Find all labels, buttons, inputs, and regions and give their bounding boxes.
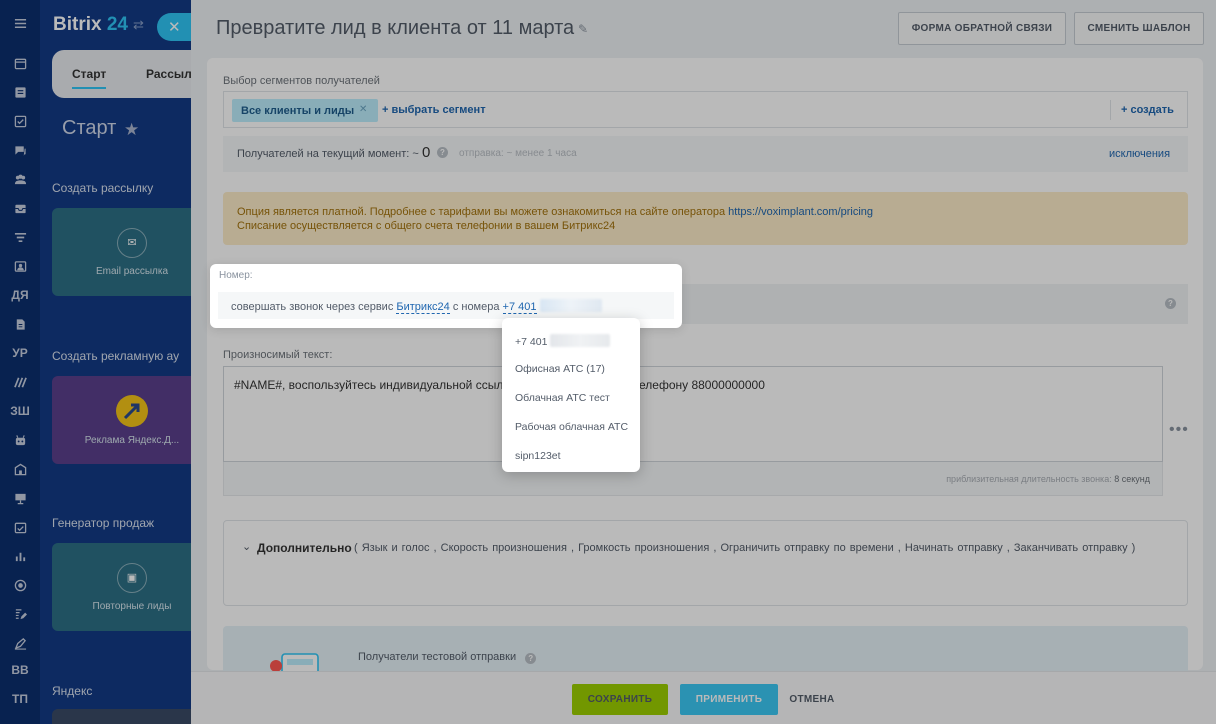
number-label: Номер: xyxy=(219,270,253,281)
number-row: совершать звонок через сервис Битрикс24 … xyxy=(218,292,674,319)
caller-number-link[interactable]: +7 401 xyxy=(502,301,537,314)
dropdown-item-phone[interactable]: +7 401 xyxy=(515,334,611,348)
call-service-link[interactable]: Битрикс24 xyxy=(396,301,450,314)
dropdown-item-cloud-pbx-test[interactable]: Облачная АТС тест xyxy=(515,392,610,404)
dropdown-item-work-cloud-pbx[interactable]: Рабочая облачная АТС xyxy=(515,421,628,433)
call-settings-text: совершать звонок через сервис Битрикс24 … xyxy=(231,299,602,314)
redacted-number xyxy=(550,334,611,347)
dropdown-item-phone-label: +7 401 xyxy=(515,336,548,348)
call-text-2: с номера xyxy=(452,301,500,313)
dropdown-item-office-pbx[interactable]: Офисная АТС (17) xyxy=(515,363,605,375)
call-text-1: совершать звонок через сервис xyxy=(231,301,394,313)
dropdown-item-sip[interactable]: sipn123et xyxy=(515,450,561,462)
redacted-number xyxy=(539,299,602,312)
caller-number-dropdown: +7 401 Офисная АТС (17) Облачная АТС тес… xyxy=(502,318,640,472)
